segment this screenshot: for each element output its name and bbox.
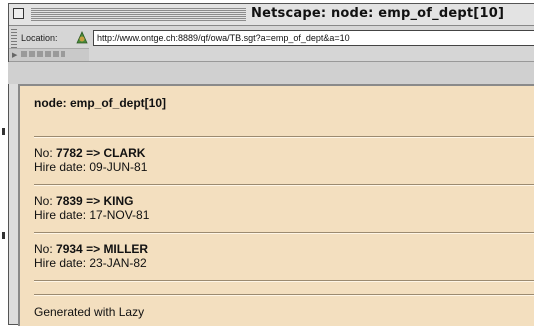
collapsed-toolbar-tabs[interactable]: [21, 51, 65, 57]
close-box[interactable]: [13, 8, 24, 19]
window-title: Netscape: node: emp_of_dept[10]: [251, 6, 505, 21]
content-frame-border: [0, 62, 534, 84]
employee-no-label: No:: [34, 242, 53, 256]
employee-name: KING: [103, 194, 134, 208]
hire-date: 17-NOV-81: [89, 208, 150, 222]
expand-arrow-icon[interactable]: ▶: [12, 51, 17, 59]
hire-date: 09-JUN-81: [89, 160, 148, 174]
employee-name: MILLER: [103, 242, 149, 256]
divider: [34, 280, 534, 282]
location-toolbar: Location: http://www.ontge.ch:8889/qf/ow…: [9, 26, 534, 62]
netscape-location-icon[interactable]: [74, 30, 90, 46]
page-title: node: emp_of_dept[10]: [34, 96, 167, 110]
employee-record: No: 7782 => CLARK Hire date: 09-JUN-81: [34, 146, 147, 174]
employee-no: 7782: [56, 146, 83, 160]
divider: [34, 294, 534, 296]
toolbar-collapse-strip[interactable]: ▶: [9, 48, 89, 61]
hire-date-label: Hire date:: [34, 208, 87, 222]
employee-record: No: 7839 => KING Hire date: 17-NOV-81: [34, 194, 149, 222]
location-label: Location:: [21, 33, 58, 43]
employee-no: 7934: [56, 242, 83, 256]
divider: [34, 232, 534, 234]
location-url-field[interactable]: http://www.ontge.ch:8889/qf/owa/TB.sgt?a…: [93, 30, 534, 46]
hire-date-label: Hire date:: [34, 256, 87, 270]
left-edge: [0, 0, 8, 326]
hire-date-label: Hire date:: [34, 160, 87, 174]
title-bar[interactable]: Netscape: node: emp_of_dept[10]: [9, 4, 534, 26]
divider: [34, 184, 534, 186]
edge-mark: [2, 232, 5, 239]
employee-no-label: No:: [34, 146, 53, 160]
employee-arrow: =>: [86, 194, 101, 208]
edge-mark: [2, 128, 5, 135]
employee-no: 7839: [56, 194, 83, 208]
employee-arrow: =>: [86, 146, 101, 160]
employee-record: No: 7934 => MILLER Hire date: 23-JAN-82: [34, 242, 148, 270]
toolbar-grip[interactable]: [11, 29, 17, 49]
employee-arrow: =>: [86, 242, 101, 256]
generated-footer: Generated with Lazy: [34, 305, 145, 319]
title-bar-stripes: [31, 8, 246, 21]
employee-name: CLARK: [103, 146, 146, 160]
employee-no-label: No:: [34, 194, 53, 208]
divider: [34, 136, 534, 138]
screen: Netscape: node: emp_of_dept[10] Location…: [0, 0, 534, 326]
hire-date: 23-JAN-82: [89, 256, 147, 270]
